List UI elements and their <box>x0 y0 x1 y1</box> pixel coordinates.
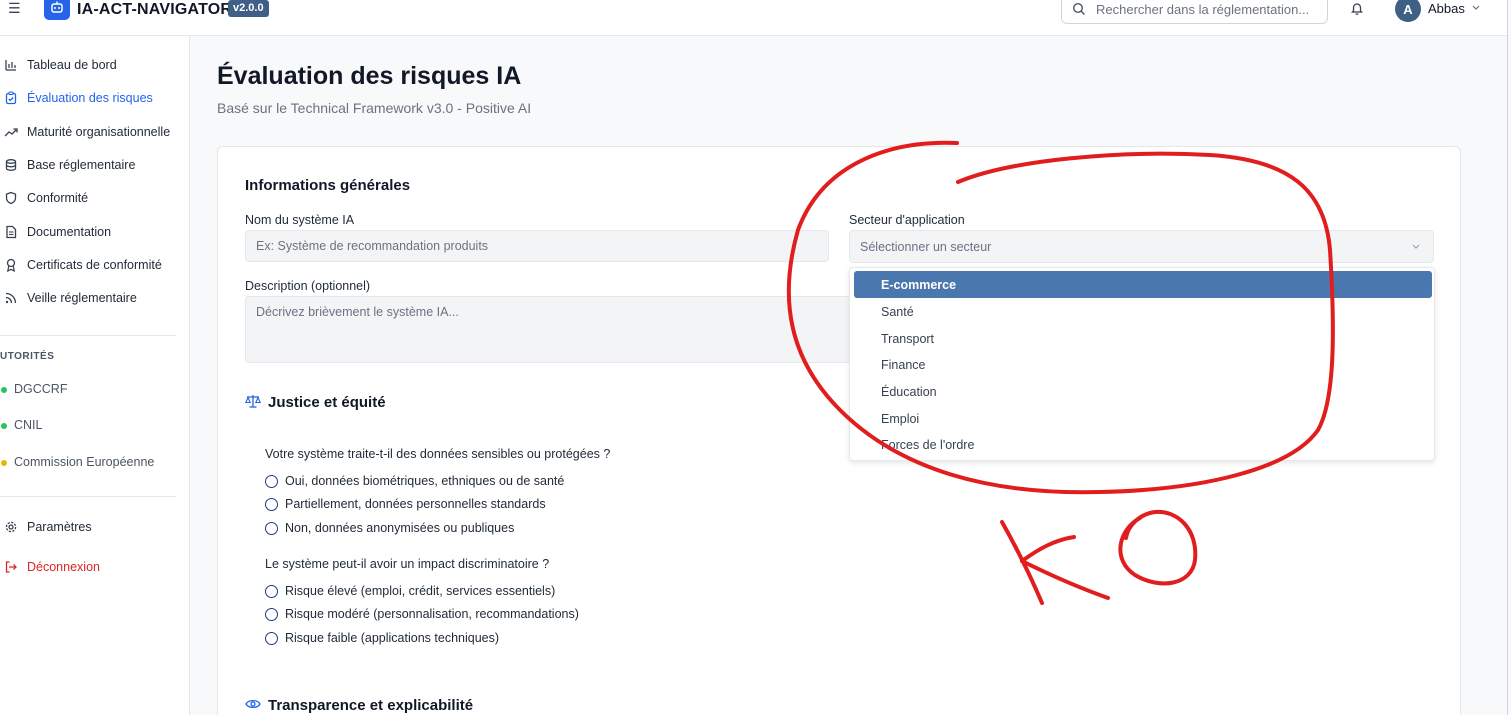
version-badge: v2.0.0 <box>228 0 269 17</box>
radio-button[interactable] <box>265 608 278 621</box>
description-label: Description (optionnel) <box>245 279 371 293</box>
sector-option-ecommerce[interactable]: E-commerce <box>854 271 1432 298</box>
sidebar-item-label: Maturité organisationnelle <box>27 125 171 139</box>
radio-label: Risque modéré (personnalisation, recomma… <box>285 607 579 621</box>
gear-icon <box>5 521 17 533</box>
sidebar-divider <box>0 335 176 336</box>
logout-icon <box>5 561 17 573</box>
app-title: IA-ACT-NAVIGATOR <box>77 1 233 18</box>
award-icon <box>6 258 16 272</box>
sidebar-item-documentation[interactable]: Documentation <box>0 221 190 243</box>
top-bar: ☰ IA-ACT-NAVIGATOR v2.0.0 A Abbas <box>0 0 1507 36</box>
document-icon <box>6 225 17 239</box>
description-textarea[interactable] <box>245 296 885 363</box>
search-box <box>1061 0 1328 24</box>
radio-button[interactable] <box>265 498 278 511</box>
sidebar-item-label: Évaluation des risques <box>27 91 153 105</box>
chevron-down-icon[interactable] <box>1471 4 1481 12</box>
sidebar-item-label: Certificats de conformité <box>27 258 162 272</box>
radio-button[interactable] <box>265 475 278 488</box>
radio-label: Risque faible (applications techniques) <box>285 631 500 645</box>
eye-icon <box>245 699 261 709</box>
sidebar: Tableau de bord Évaluation des risques M… <box>0 36 190 715</box>
bar-chart-icon <box>5 60 16 71</box>
sector-option-transport[interactable]: Transport <box>854 325 1432 352</box>
sector-option-forces-ordre[interactable]: Forces de l'ordre <box>854 431 1432 458</box>
sidebar-item-risk-assessment[interactable]: Évaluation des risques <box>0 87 190 109</box>
question-discrimination: Le système peut-il avoir un impact discr… <box>265 557 550 571</box>
sidebar-item-maturity[interactable]: Maturité organisationnelle <box>0 121 190 143</box>
sector-select-value: Sélectionner un secteur <box>860 240 992 254</box>
sidebar-item-label: Base réglementaire <box>27 158 136 172</box>
sidebar-item-label: Documentation <box>27 225 112 239</box>
rss-icon <box>5 292 17 304</box>
section-title-justice: Justice et équité <box>268 394 386 411</box>
sidebar-item-compliance[interactable]: Conformité <box>0 187 190 209</box>
authority-label: CNIL <box>14 418 43 432</box>
sector-option-sante[interactable]: Santé <box>854 298 1432 325</box>
sector-dropdown-list: E-commerce Santé Transport Finance Éduca… <box>849 267 1435 461</box>
radio-label: Risque élevé (emploi, crédit, services e… <box>285 584 556 598</box>
radio-label: Partiellement, données personnelles stan… <box>285 497 546 511</box>
section-title-transparency: Transparence et explicabilité <box>268 697 474 714</box>
search-input[interactable] <box>1096 0 1321 23</box>
sidebar-item-certificates[interactable]: Certificats de conformité <box>0 254 190 276</box>
status-dot <box>1 387 7 393</box>
sidebar-item-logout[interactable]: Déconnexion <box>0 556 190 578</box>
question-sensitive-data: Votre système traite-t-il des données se… <box>265 447 611 461</box>
sidebar-item-label: Tableau de bord <box>27 58 117 72</box>
sidebar-item-dashboard[interactable]: Tableau de bord <box>0 54 190 76</box>
radio-label: Non, données anonymisées ou publiques <box>285 521 515 535</box>
user-name[interactable]: Abbas <box>1428 1 1465 16</box>
chevron-down-icon <box>1412 244 1420 249</box>
sidebar-divider <box>0 496 176 497</box>
clipboard-check-icon <box>5 91 17 105</box>
sidebar-item-settings[interactable]: Paramètres <box>0 516 190 538</box>
sector-select[interactable]: Sélectionner un secteur <box>849 230 1434 263</box>
sidebar-item-regulatory-watch[interactable]: Veille réglementaire <box>0 287 190 309</box>
authorities-heading: UTORITÉS <box>0 351 55 362</box>
radio-button[interactable] <box>265 522 278 535</box>
sidebar-item-regulatory-base[interactable]: Base réglementaire <box>0 154 190 176</box>
balance-scale-icon <box>245 395 261 408</box>
page-title: Évaluation des risques IA <box>217 62 522 90</box>
database-icon <box>5 159 17 171</box>
status-dot <box>1 460 7 466</box>
sidebar-item-label: Conformité <box>27 191 89 205</box>
shield-icon <box>5 191 17 205</box>
logo-icon <box>44 0 70 20</box>
status-dot <box>1 423 7 429</box>
system-name-input[interactable] <box>245 230 829 262</box>
radio-button[interactable] <box>265 632 278 645</box>
sidebar-item-label: Veille réglementaire <box>27 291 137 305</box>
sector-option-finance[interactable]: Finance <box>854 351 1432 378</box>
sidebar-item-label: Paramètres <box>27 520 92 534</box>
sector-option-emploi[interactable]: Emploi <box>854 405 1432 432</box>
sector-label: Secteur d'application <box>849 213 965 227</box>
section-title-general: Informations générales <box>245 177 411 194</box>
avatar[interactable]: A <box>1395 0 1421 22</box>
system-name-label: Nom du système IA <box>245 213 355 227</box>
window-edge <box>1507 0 1508 715</box>
sector-option-education[interactable]: Éducation <box>854 378 1432 405</box>
notification-bell-icon[interactable] <box>1350 1 1364 20</box>
authority-label: Commission Européenne <box>14 455 155 469</box>
radio-button[interactable] <box>265 585 278 598</box>
menu-icon[interactable]: ☰ <box>8 1 21 15</box>
trending-up-icon <box>4 128 18 137</box>
page-subtitle: Basé sur le Technical Framework v3.0 - P… <box>217 100 532 116</box>
sidebar-item-label: Déconnexion <box>27 560 100 574</box>
authority-label: DGCCRF <box>14 382 68 396</box>
search-icon <box>1072 2 1085 15</box>
radio-label: Oui, données biométriques, ethniques ou … <box>285 474 565 488</box>
